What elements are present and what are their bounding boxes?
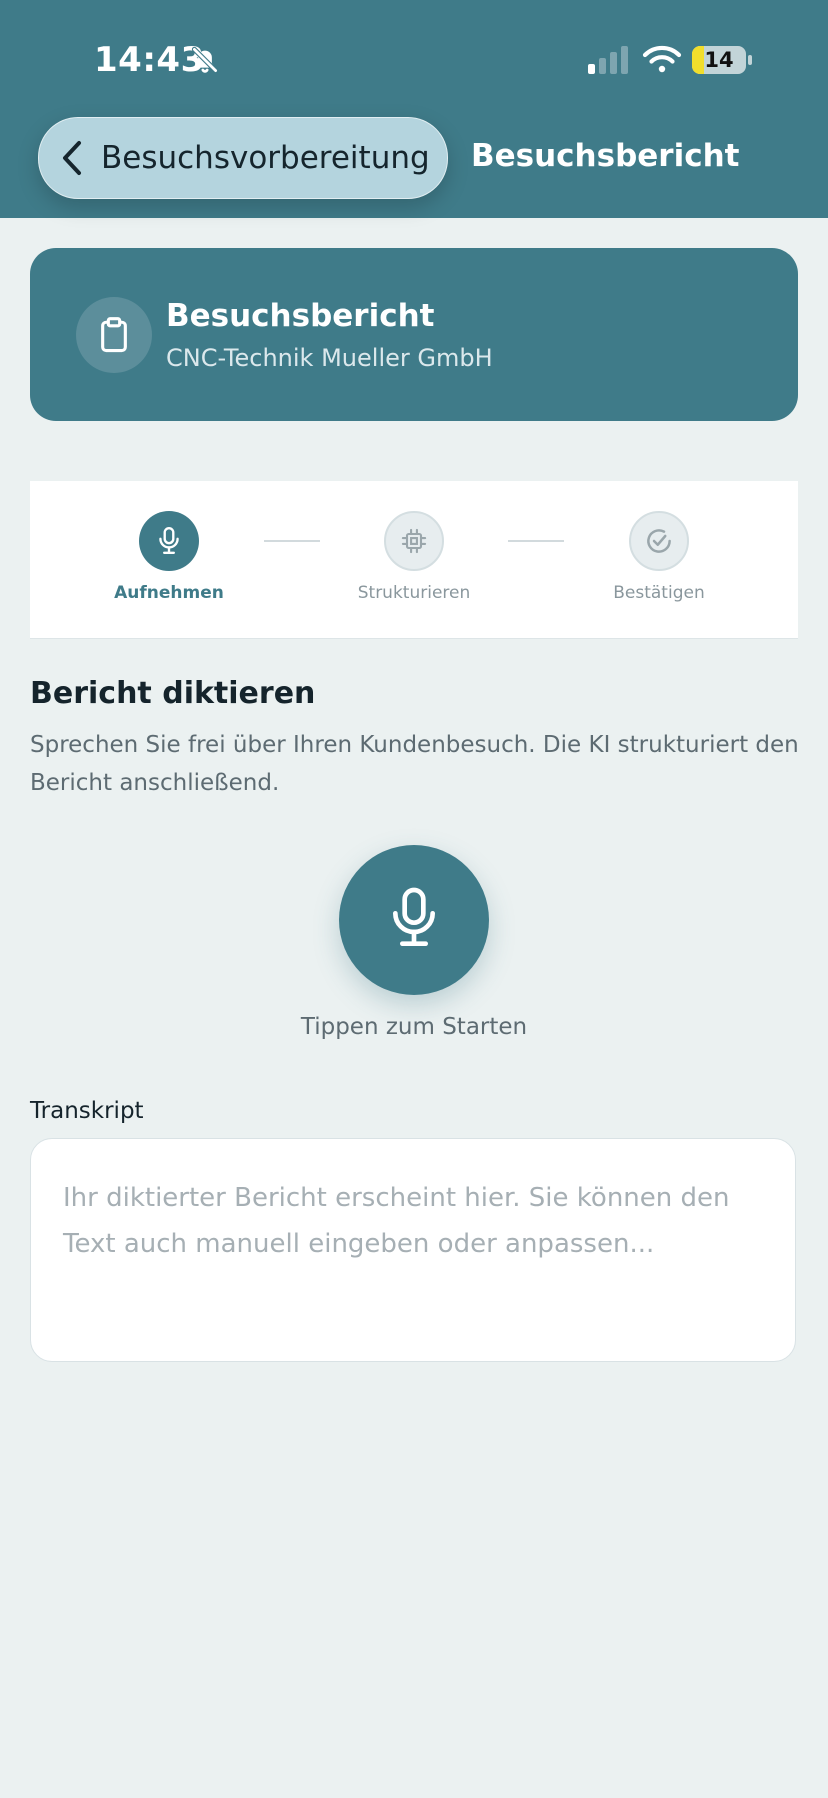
clipboard-icon — [76, 297, 152, 373]
transcript-input[interactable] — [30, 1138, 796, 1362]
step-connector — [264, 540, 320, 542]
signal-icon — [586, 46, 630, 78]
report-header-card: Besuchsbericht CNC-Technik Mueller GmbH — [30, 248, 798, 421]
step-connector — [508, 540, 564, 542]
progress-stepper: Aufnehmen Strukturieren Bestätigen — [30, 481, 798, 639]
back-button[interactable]: Besuchsvorbereitung — [38, 117, 448, 199]
step-label: Bestätigen — [613, 583, 705, 603]
record-button[interactable] — [339, 845, 489, 995]
microphone-icon — [139, 511, 199, 571]
step-confirm[interactable]: Bestätigen — [574, 511, 744, 603]
section-description: Sprechen Sie frei über Ihren Kundenbesuc… — [30, 732, 799, 796]
chevron-left-icon — [61, 140, 83, 176]
step-structure[interactable]: Strukturieren — [329, 511, 499, 603]
step-label: Strukturieren — [357, 583, 471, 603]
wifi-icon — [642, 44, 682, 78]
card-title: Besuchsbericht — [166, 298, 435, 334]
battery-icon: 14 — [692, 46, 746, 74]
microphone-icon — [386, 884, 442, 956]
transcript-label: Transkript — [30, 1098, 144, 1124]
check-circle-icon — [629, 511, 689, 571]
battery-tip — [748, 55, 752, 65]
section-title: Bericht diktieren — [30, 676, 316, 711]
bell-off-icon — [190, 45, 220, 79]
status-time: 14:43 — [94, 40, 205, 80]
customer-name: CNC-Technik Mueller GmbH — [166, 344, 493, 372]
step-record[interactable]: Aufnehmen — [84, 511, 254, 603]
step-label: Aufnehmen — [114, 583, 224, 603]
battery-percentage: 14 — [704, 48, 734, 72]
app-header: 14:43 14 Besuchsvorbereitung Besuchsberi… — [0, 0, 828, 218]
back-button-label: Besuchsvorbereitung — [101, 140, 430, 176]
page-title: Besuchsbericht — [471, 138, 740, 174]
chip-icon — [384, 511, 444, 571]
record-caption: Tippen zum Starten — [300, 1014, 528, 1040]
